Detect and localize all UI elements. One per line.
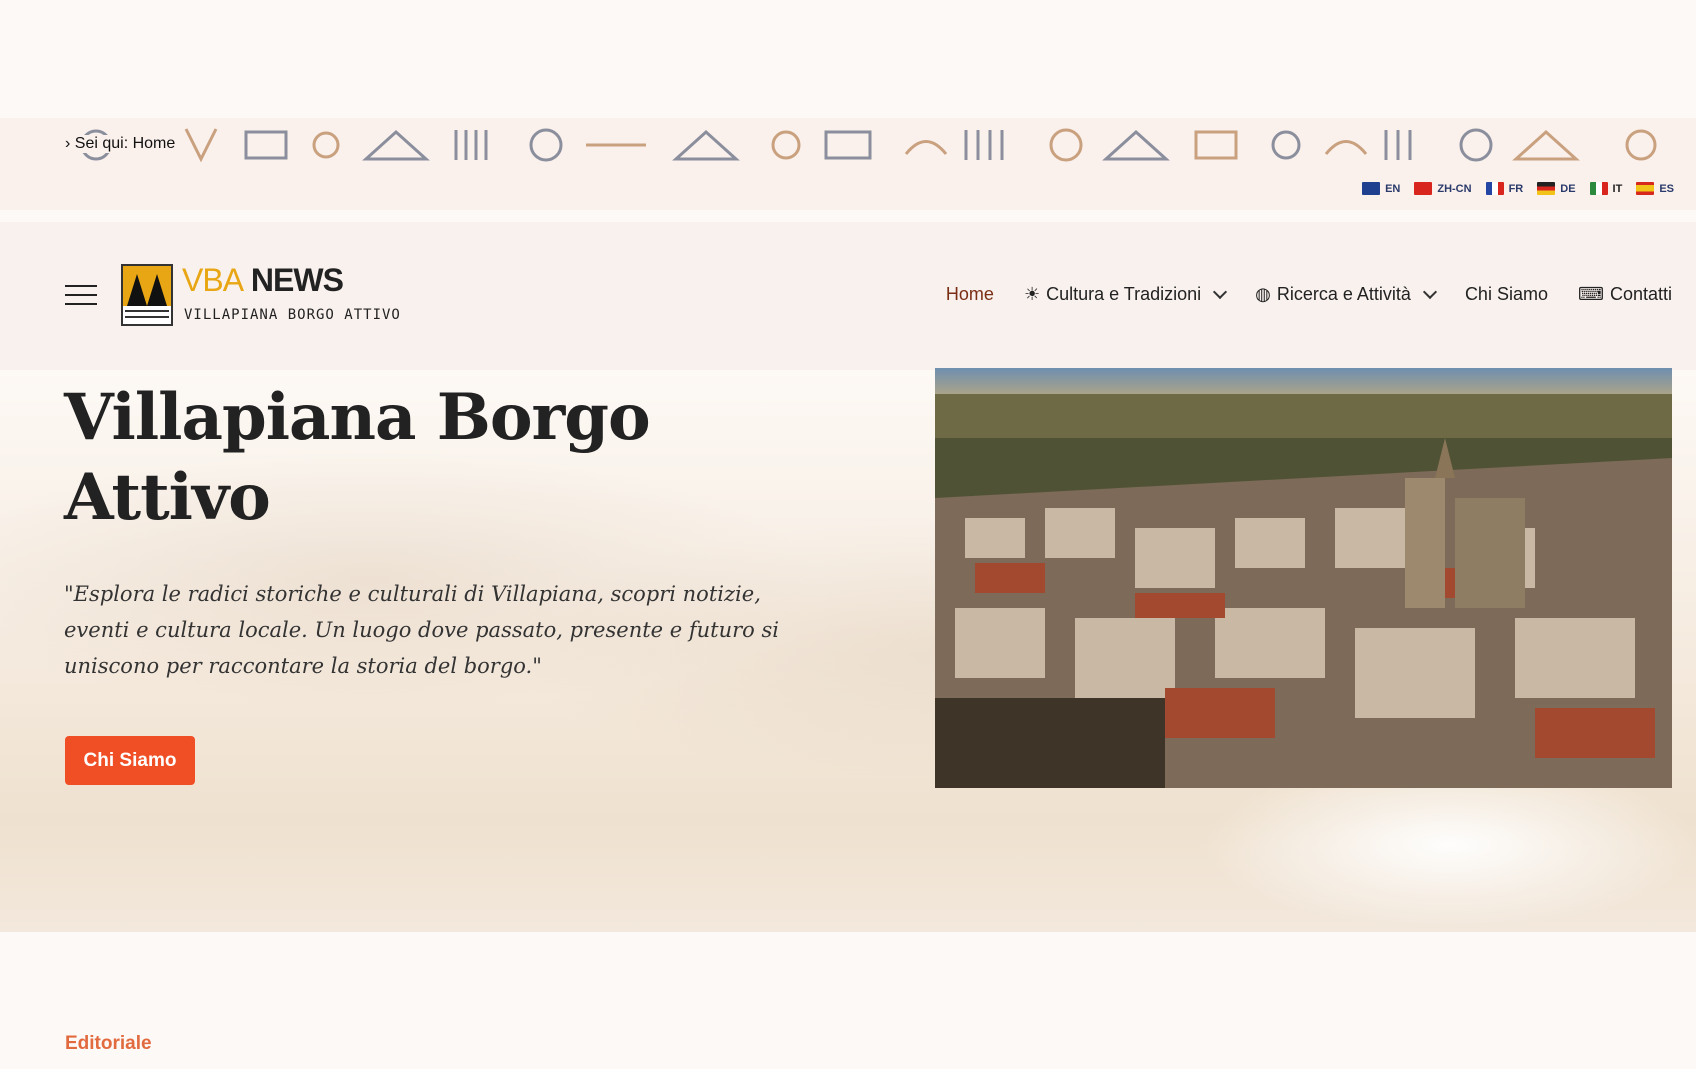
lang-de[interactable]: DE: [1537, 182, 1576, 195]
hero-description: "Esplora le radici storiche e culturali …: [64, 582, 779, 678]
lang-fr[interactable]: FR: [1485, 182, 1523, 195]
lang-es[interactable]: ES: [1636, 182, 1674, 195]
language-switcher: EN ZH-CN FR DE IT ES: [1362, 182, 1674, 195]
globe-icon: ◍: [1255, 284, 1271, 304]
uk-flag-icon: [1362, 182, 1381, 195]
chevron-down-icon: [1422, 284, 1438, 300]
chevron-down-icon: [1213, 284, 1228, 300]
lang-it[interactable]: IT: [1589, 182, 1622, 195]
hero-title: Villapiana Borgo Attivo: [64, 380, 651, 535]
logo-subtitle: VILLAPIANA BORGO ATTIVO: [184, 307, 401, 323]
germany-flag-icon: [1537, 182, 1556, 195]
nav-home[interactable]: Home: [946, 284, 994, 305]
nav-ricerca[interactable]: ◍ Ricerca e Attività: [1255, 284, 1438, 305]
lang-zh-cn[interactable]: ZH-CN: [1414, 182, 1472, 195]
ornament-banner: [66, 124, 1678, 166]
nav-contatti[interactable]: ⌨ Contatti: [1578, 284, 1672, 305]
main-nav: Home ☀ Cultura e Tradizioni ◍ Ricerca e At…: [946, 284, 1672, 305]
logo-emblem-icon: [123, 266, 171, 318]
hamburger-menu-icon[interactable]: [65, 285, 97, 307]
lang-en[interactable]: EN: [1362, 182, 1400, 195]
keyboard-icon: ⌨: [1577, 284, 1604, 304]
france-flag-icon: [1485, 182, 1504, 195]
top-spacer: [0, 0, 1696, 118]
hero-village-photo: [935, 368, 1672, 788]
village-aerial-image: [935, 368, 1672, 788]
nav-chi-siamo[interactable]: Chi Siamo: [1465, 284, 1548, 305]
italy-flag-icon: [1589, 182, 1608, 195]
chi-siamo-button[interactable]: Chi Siamo: [65, 736, 195, 785]
section-label-editoriale: Editoriale: [65, 1033, 152, 1054]
logo-icon[interactable]: [121, 264, 173, 326]
spain-flag-icon: [1636, 182, 1655, 195]
breadcrumb[interactable]: › Sei qui: Home: [65, 135, 180, 153]
china-flag-icon: [1414, 182, 1433, 195]
sun-icon: ☀: [1023, 284, 1041, 304]
logo-title[interactable]: VBA NEWS: [182, 262, 344, 299]
nav-cultura[interactable]: ☀ Cultura e Tradizioni: [1023, 284, 1228, 305]
